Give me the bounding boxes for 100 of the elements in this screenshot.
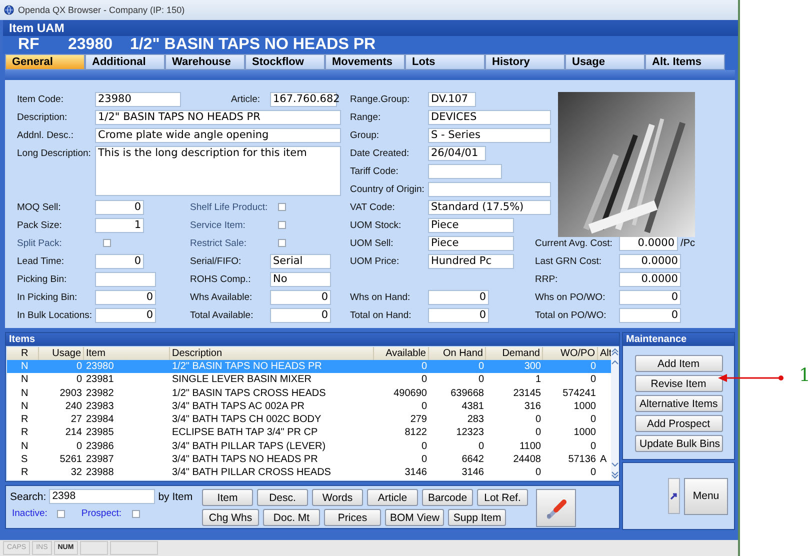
button[interactable]: Chg Whs (202, 509, 259, 526)
input-field[interactable]: 0 (95, 200, 144, 215)
input-field[interactable]: 0 (95, 290, 156, 305)
checkbox[interactable] (103, 239, 111, 247)
button[interactable]: Lot Ref. (477, 489, 528, 506)
table-row[interactable]: R 27 23984 3/4" BATH TAPS CH 002C BODY 279 283 0 0 (7, 413, 611, 426)
text-area[interactable]: This is the long description for this item (95, 146, 341, 196)
tab[interactable]: Warehouse (165, 54, 245, 70)
scroll-up-icon[interactable] (611, 358, 619, 366)
button[interactable]: Barcode (422, 489, 473, 506)
table-cell-text: 1100 (518, 440, 542, 454)
input-field[interactable]: 1 (95, 218, 144, 233)
input-field[interactable]: 0 (428, 290, 489, 305)
table-cell-text: 0 (589, 440, 597, 454)
input-field[interactable]: 0 (619, 308, 681, 323)
checkbox[interactable] (278, 203, 286, 211)
table-cell-text: 0 (589, 466, 597, 480)
search-field[interactable]: 2398 (49, 489, 156, 504)
tab[interactable]: Lots (405, 54, 485, 70)
table-cell-text: 23982 (85, 386, 115, 400)
input-field[interactable]: Serial (270, 254, 331, 269)
button[interactable]: Revise Item (634, 375, 722, 392)
input-field[interactable]: 0.0000 (619, 272, 681, 287)
table-row[interactable]: S 5261 23987 3/4" BATH TAPS NO HEADS PR 0 6642 24408 57136 A (7, 453, 611, 466)
button[interactable]: Prices (324, 509, 381, 526)
table-row[interactable]: N 0 23986 3/4" BATH PILLAR TAPS (LEVER) 0 0 1100 0 (7, 440, 611, 454)
tab[interactable]: Alt. Items (645, 54, 725, 70)
input-field[interactable]: Standard (17.5%) (428, 200, 551, 215)
button[interactable]: Supp Item (448, 509, 506, 526)
input-field[interactable]: 0 (619, 290, 681, 305)
arrow-icon (670, 492, 678, 500)
tab[interactable]: Usage (565, 54, 645, 70)
button[interactable]: Doc. Mt (263, 509, 320, 526)
button[interactable]: Words (312, 489, 363, 506)
scroll-down-icon[interactable] (611, 461, 619, 469)
tool-button[interactable] (536, 489, 576, 527)
input-field[interactable]: 167.760.682 (270, 92, 337, 107)
scroll-top-icon[interactable] (611, 348, 619, 356)
input-field[interactable]: 26/04/01 (428, 146, 486, 161)
checkbox[interactable] (57, 510, 66, 518)
input-field[interactable]: No (270, 272, 331, 287)
button[interactable]: Alternative Items (634, 395, 722, 412)
button[interactable]: Item (202, 489, 253, 506)
button[interactable]: Update Bulk Bins (634, 435, 722, 452)
input-field[interactable]: 0.0000 (619, 236, 678, 251)
table-cell-text: 12323 (455, 426, 485, 440)
tab[interactable]: Additional (85, 54, 165, 70)
table-row[interactable]: R 214 23985 ECLIPSE BATH TAP 3/4" PR CP 8122 12323 0 1000 (7, 426, 611, 440)
input-field[interactable] (428, 182, 551, 197)
input-field[interactable]: 0 (270, 308, 331, 323)
tab[interactable]: History (485, 54, 565, 70)
checkbox[interactable] (278, 221, 286, 229)
input-field[interactable]: S - Series (428, 128, 551, 143)
table-row[interactable]: N 2903 23982 1/2" BASIN TAPS CROSS HEADS 490690 639668 23145 574241 (7, 386, 611, 400)
input-field[interactable]: Crome plate wide angle opening (95, 128, 341, 143)
input-field[interactable]: DV.107 (428, 92, 476, 107)
shortcut-button[interactable] (668, 478, 680, 514)
table-row[interactable]: N 240 23983 3/4" BATH TAPS AC 002A PR 0 4381 316 1000 (7, 400, 611, 414)
tab[interactable]: General (5, 54, 85, 70)
input-field[interactable]: 1/2" BASIN TAPS NO HEADS PR (95, 110, 341, 125)
input-field[interactable]: 0.0000 (619, 254, 681, 269)
table-cell-text: 8122 (404, 426, 428, 440)
input-field[interactable] (95, 272, 156, 287)
button[interactable]: BOM View (385, 509, 444, 526)
status-cell (110, 541, 158, 555)
field-label: Article: (230, 93, 261, 107)
scrollbar[interactable] (611, 347, 619, 480)
input-field[interactable]: Piece (428, 218, 514, 233)
table-cell-text: 3146 (404, 466, 428, 480)
input-field[interactable]: Hundred Pc (428, 254, 514, 269)
button[interactable]: Article (367, 489, 418, 506)
input-field[interactable]: 0 (95, 308, 156, 323)
table-row[interactable]: N 0 23981 SINGLE LEVER BASIN MIXER 0 0 1 0 (7, 373, 611, 387)
filter-label: Prospect: (81, 508, 122, 519)
button[interactable]: Desc. (257, 489, 308, 506)
input-field[interactable]: 0 (95, 254, 144, 269)
input-field[interactable]: 0 (270, 290, 331, 305)
scroll-bottom-icon[interactable] (611, 471, 619, 479)
checkbox[interactable] (278, 239, 286, 247)
button[interactable]: Add Item (634, 355, 722, 372)
table-row[interactable]: R 32 23988 3/4" BATH PILLAR CROSS HEADS 3146 3146 0 0 (7, 466, 611, 480)
table-cell-text: 23987 (85, 453, 115, 466)
input-field[interactable]: 0 (428, 308, 489, 323)
input-field[interactable]: 23980 (95, 92, 181, 107)
input-field[interactable]: Piece (428, 236, 514, 251)
input-field[interactable]: DEVICES (428, 110, 551, 125)
table-cell-text: 5261 (58, 453, 83, 466)
button[interactable]: Add Prospect (634, 415, 722, 432)
table-cell-text: 0 (420, 440, 428, 454)
tab[interactable]: Stockflow (245, 54, 325, 70)
annotation-label: 1 (799, 366, 810, 386)
menu-button[interactable]: Menu (684, 478, 728, 514)
field-label: Current Avg. Cost: (535, 237, 614, 251)
field-label: Addnl. Desc.: (17, 129, 74, 143)
tab[interactable]: Movements (325, 54, 405, 70)
table-cell-text: S (20, 453, 29, 466)
checkbox[interactable] (132, 510, 140, 518)
table-cell-text: 2903 (58, 386, 83, 400)
table-cell-text: N (20, 373, 30, 387)
input-field[interactable] (428, 164, 502, 179)
